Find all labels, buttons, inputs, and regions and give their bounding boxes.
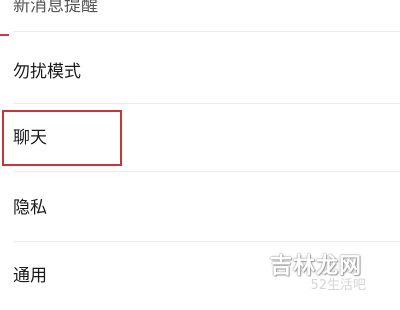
settings-item-label: 隐私 [13,198,47,218]
settings-item-label: 通用 [13,266,47,286]
settings-list: 新消息提醒 勿扰模式 聊天 隐私 通用 吉林龙网 52生活吧 [0,0,400,300]
settings-item-label: 新消息提醒 [13,0,98,16]
settings-item-privacy[interactable]: 隐私 [0,174,400,242]
divider [13,31,400,32]
highlight-box [2,110,122,166]
settings-item-do-not-disturb[interactable]: 勿扰模式 [0,36,400,104]
settings-item-new-message-notification[interactable]: 新消息提醒 [0,0,400,32]
watermark-subtext: 52生活吧 [310,278,366,293]
settings-item-label: 勿扰模式 [13,62,81,82]
divider [13,171,400,172]
